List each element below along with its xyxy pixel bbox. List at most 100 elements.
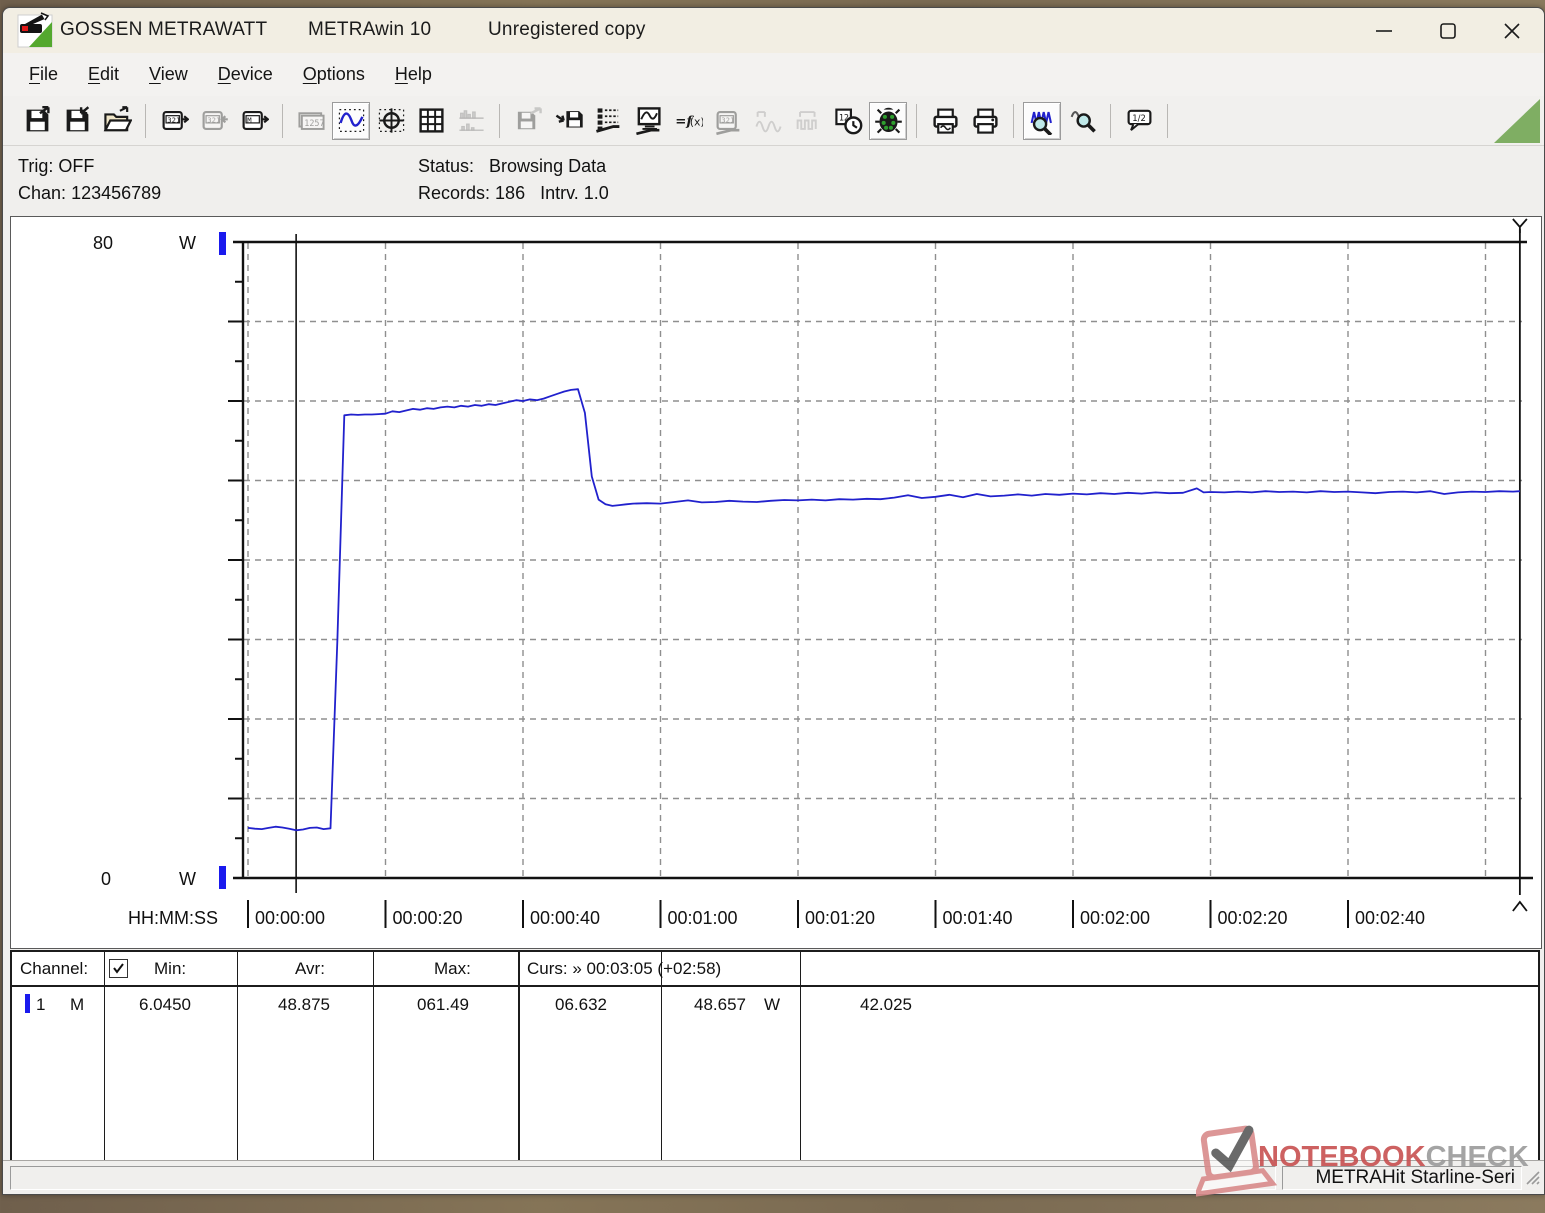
titlebar: GOSSEN METRAWATT METRAwin 10 Unregistere… <box>3 8 1544 53</box>
trigger-status: Trig: OFF <box>18 156 95 176</box>
cell-min: 6.0450 <box>139 995 191 1014</box>
save-out-icon <box>26 106 50 132</box>
x-tick-label: 00:00:00 <box>255 908 325 928</box>
config-meter-icon: 321 <box>715 110 739 135</box>
cursor-2-bottom-handle-icon[interactable] <box>1512 900 1528 912</box>
menu-item-view[interactable]: View <box>138 60 199 89</box>
svg-text:1257: 1257 <box>304 118 324 128</box>
table-divider <box>373 952 374 1160</box>
license-status: Unregistered copy <box>488 19 646 40</box>
print-button[interactable] <box>966 102 1004 140</box>
table-view-button[interactable] <box>412 102 450 140</box>
y-unit-bottom: W <box>179 869 196 889</box>
menu-item-help[interactable]: Help <box>384 60 443 89</box>
meter-in-icon: 321 <box>202 110 228 131</box>
channel-color-mark <box>25 994 30 1013</box>
toolbar-separator <box>499 103 500 138</box>
zoom-lens-button[interactable] <box>1063 102 1101 140</box>
toolbar-separator <box>282 103 283 138</box>
stats-table: Channel: Min: Avr: Max: Curs: » 00:03:05… <box>10 950 1540 1162</box>
menu-item-options[interactable]: Options <box>292 60 376 89</box>
x-tick-label: 00:02:00 <box>1080 908 1150 928</box>
close-button[interactable] <box>1480 8 1544 53</box>
toolbar-separator <box>1110 103 1111 138</box>
table-divider <box>518 952 520 1160</box>
write-device-button: 321 <box>195 102 233 140</box>
channel-list: Chan: 123456789 <box>18 183 162 203</box>
cell-cursor1-value: 06.632 <box>555 995 607 1014</box>
print-preview-button[interactable] <box>926 102 964 140</box>
crosshair-view-icon <box>378 108 404 133</box>
chart-view-button[interactable] <box>332 101 370 140</box>
meter-out-icon: 321 <box>162 110 189 131</box>
table-divider <box>800 952 801 1160</box>
col-header-channel: Channel: <box>20 959 89 978</box>
col-header-max: Max: <box>434 959 471 978</box>
cell-channel-mode: M <box>70 995 85 1014</box>
app-icon <box>17 12 54 49</box>
menu-item-file[interactable]: File <box>18 60 69 89</box>
window-controls <box>1352 8 1544 53</box>
cell-channel-num[interactable]: 1 <box>36 995 45 1015</box>
cursor-2-top-handle-icon[interactable] <box>1512 218 1528 233</box>
maximize-button[interactable] <box>1416 8 1480 53</box>
x-tick-label: 00:01:20 <box>805 908 875 928</box>
debug-monitor-button[interactable] <box>869 101 907 140</box>
formula-button[interactable]: =f(x) <box>669 102 707 140</box>
power-line-chart[interactable]: 00:00:00 00:00:20 00:00:40 00:01:00 00:01:20… <box>11 217 1539 946</box>
numeric-view-button: 1257 <box>292 102 330 140</box>
device-setup-button: 321 <box>709 102 747 140</box>
app-vendor-title: GOSSEN METRAWATT <box>60 19 268 40</box>
table-divider <box>237 952 238 1160</box>
save-export-button[interactable] <box>18 102 56 140</box>
wave-view-icon <box>338 109 364 132</box>
y-unit-top: W <box>179 233 196 253</box>
cursor-view-button[interactable] <box>372 102 410 140</box>
svg-text:M: M <box>247 115 252 124</box>
transfer-data-button[interactable] <box>549 102 587 140</box>
x-tick-label: 00:01:40 <box>943 908 1013 928</box>
svg-text:321: 321 <box>721 115 734 124</box>
menu-item-device[interactable]: Device <box>207 60 284 89</box>
resize-grip[interactable] <box>1523 1168 1541 1186</box>
minimize-button[interactable] <box>1352 8 1416 53</box>
read-memory-button[interactable]: M <box>235 102 273 140</box>
fx-icon: =f(x) <box>675 114 703 129</box>
records-readout: Records: 186 Intrv. 1.0 <box>418 183 609 203</box>
x-tick-label: 00:01:00 <box>668 908 738 928</box>
print-icon <box>972 108 998 134</box>
open-file-button[interactable] <box>98 102 136 140</box>
sine-gray-icon <box>754 111 782 133</box>
col-header-min: Min: <box>154 959 187 978</box>
analog-signal-button <box>749 102 787 140</box>
x-tick-label: 00:00:40 <box>530 908 600 928</box>
read-device-button[interactable]: 321 <box>155 102 193 140</box>
folder-open-icon <box>103 106 132 132</box>
cell-avr: 48.875 <box>278 995 330 1014</box>
col-header-avr: Avr: <box>295 959 325 978</box>
x-tick-label: 00:02:20 <box>1218 908 1288 928</box>
meter-m-out-icon: M <box>242 110 269 131</box>
channel-setup-button[interactable] <box>589 102 627 140</box>
power-series-line <box>247 388 1520 832</box>
chart-panel[interactable]: 00:00:00 00:00:20 00:00:40 00:01:00 00:01:20… <box>10 216 1542 949</box>
display-setup-button[interactable] <box>629 102 667 140</box>
channel-visibility-checkbox[interactable] <box>109 959 128 978</box>
table-view-icon <box>418 108 444 133</box>
config-list-icon <box>595 108 619 133</box>
y-scale-handle-bottom[interactable] <box>219 866 226 889</box>
time-setup-button[interactable]: 12 <box>829 102 867 140</box>
table-divider <box>104 952 105 1160</box>
save-import-button[interactable] <box>58 102 96 140</box>
pulse-signal-button <box>789 102 827 140</box>
device-name: METRAHit Starline-Seri <box>1315 1167 1515 1188</box>
toolbar: 321 321 M 1257 =f(x) 321 12 1/2 <box>3 96 1544 146</box>
zoom-curve-icon <box>1070 111 1096 133</box>
zoom-curve-button[interactable] <box>1023 101 1061 140</box>
menu-item-edit[interactable]: Edit <box>77 60 130 89</box>
pulse-gray-icon <box>796 111 817 130</box>
annotation-button[interactable]: 1/2 <box>1120 102 1158 140</box>
y-max-label: 80 <box>93 233 113 253</box>
statusbar: METRAHit Starline-Seri <box>3 1160 1544 1194</box>
y-scale-handle-top[interactable] <box>219 232 226 255</box>
